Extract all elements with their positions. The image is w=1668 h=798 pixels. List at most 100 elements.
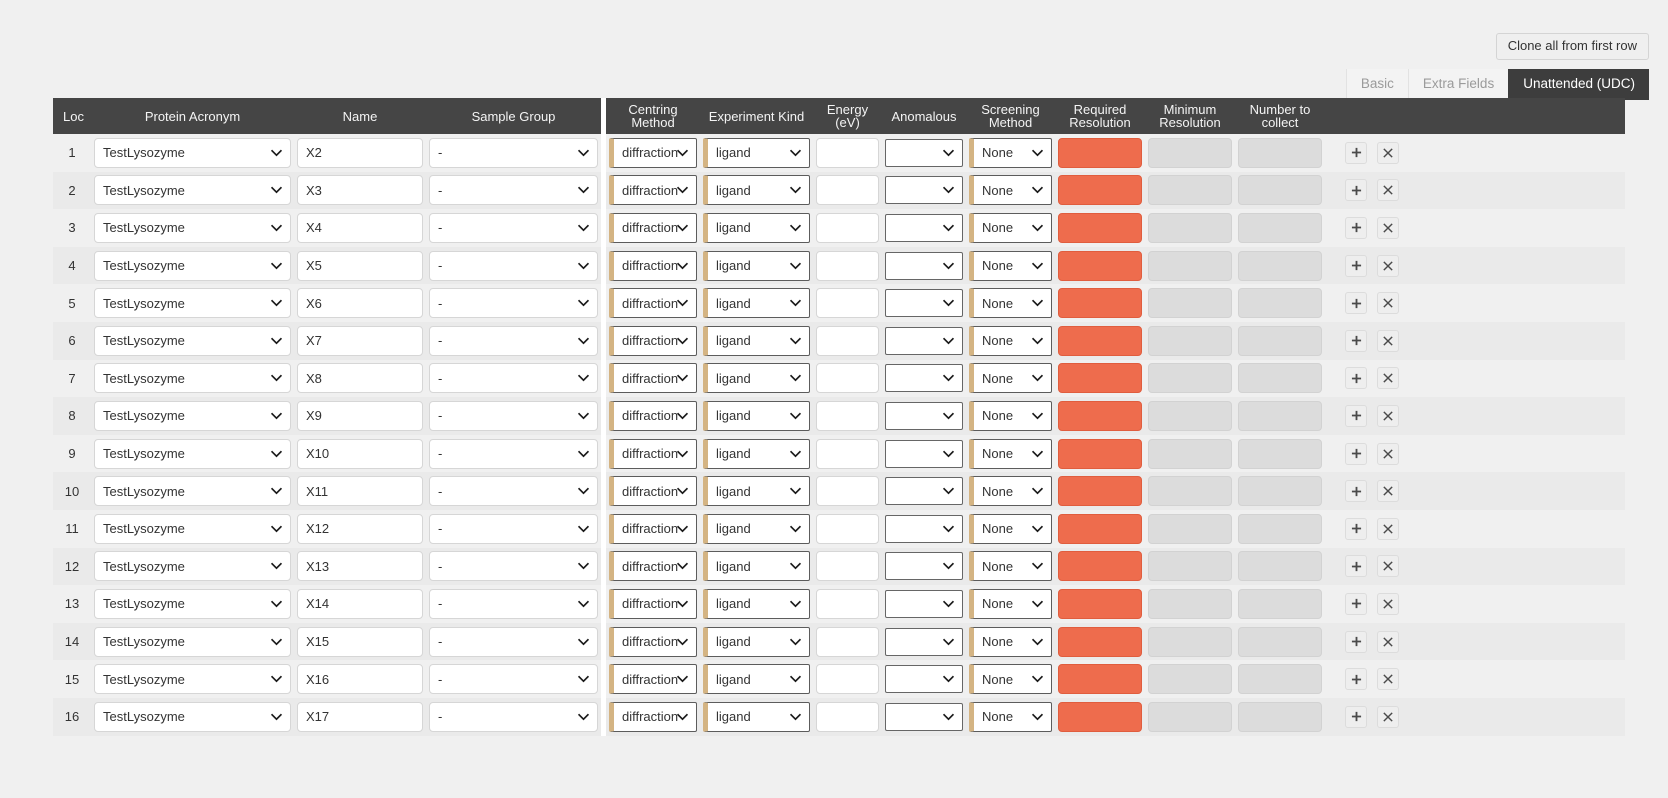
prot-select[interactable]: TestLysozyme (94, 250, 291, 281)
prot-select[interactable]: TestLysozyme (94, 363, 291, 394)
add-row-icon[interactable] (1345, 442, 1367, 465)
sgrp-select[interactable]: - (429, 212, 598, 243)
name-input[interactable] (297, 588, 423, 619)
add-row-icon[interactable] (1345, 141, 1367, 164)
name-input[interactable] (297, 250, 423, 281)
sgrp-select[interactable]: - (429, 288, 598, 319)
cm-select[interactable]: diffraction (609, 288, 697, 319)
scr-select[interactable]: None (969, 212, 1052, 243)
add-row-icon[interactable] (1345, 179, 1367, 202)
ek-select[interactable]: ligand (703, 476, 810, 507)
prot-select[interactable]: TestLysozyme (94, 664, 291, 695)
add-row-icon[interactable] (1345, 254, 1367, 277)
clone-all-from-first-row-button[interactable]: Clone all from first row (1495, 33, 1649, 61)
cm-select[interactable]: diffraction (609, 137, 697, 168)
rres-input[interactable] (1058, 325, 1142, 356)
remove-row-icon[interactable] (1377, 141, 1399, 164)
anom-select[interactable] (885, 702, 963, 731)
rres-input[interactable] (1058, 513, 1142, 544)
remove-row-icon[interactable] (1377, 442, 1399, 465)
remove-row-icon[interactable] (1377, 367, 1399, 390)
prot-select[interactable]: TestLysozyme (94, 588, 291, 619)
scr-select[interactable]: None (969, 701, 1052, 732)
sgrp-select[interactable]: - (429, 400, 598, 431)
scr-select[interactable]: None (969, 175, 1052, 206)
scr-select[interactable]: None (969, 325, 1052, 356)
ek-select[interactable]: ligand (703, 250, 810, 281)
scr-select[interactable]: None (969, 513, 1052, 544)
sgrp-select[interactable]: - (429, 325, 598, 356)
add-row-icon[interactable] (1345, 517, 1367, 540)
rres-input[interactable] (1058, 175, 1142, 206)
cm-select[interactable]: diffraction (609, 438, 697, 469)
anom-select[interactable] (885, 627, 963, 656)
anom-select[interactable] (885, 665, 963, 694)
ek-select[interactable]: ligand (703, 212, 810, 243)
scr-select[interactable]: None (969, 137, 1052, 168)
remove-row-icon[interactable] (1377, 705, 1399, 728)
anom-select[interactable] (885, 439, 963, 468)
prot-select[interactable]: TestLysozyme (94, 175, 291, 206)
anom-select[interactable] (885, 514, 963, 543)
en-input[interactable] (816, 288, 879, 319)
anom-select[interactable] (885, 138, 963, 167)
remove-row-icon[interactable] (1377, 630, 1399, 653)
en-input[interactable] (816, 438, 879, 469)
anom-select[interactable] (885, 251, 963, 280)
en-input[interactable] (816, 551, 879, 582)
en-input[interactable] (816, 212, 879, 243)
prot-select[interactable]: TestLysozyme (94, 701, 291, 732)
add-row-icon[interactable] (1345, 480, 1367, 503)
tab-unattended-udc[interactable]: Unattended (UDC) (1508, 69, 1649, 101)
ek-select[interactable]: ligand (703, 664, 810, 695)
ek-select[interactable]: ligand (703, 175, 810, 206)
anom-select[interactable] (885, 364, 963, 393)
ek-select[interactable]: ligand (703, 325, 810, 356)
name-input[interactable] (297, 175, 423, 206)
remove-row-icon[interactable] (1377, 179, 1399, 202)
rres-input[interactable] (1058, 288, 1142, 319)
remove-row-icon[interactable] (1377, 254, 1399, 277)
sgrp-select[interactable]: - (429, 664, 598, 695)
scr-select[interactable]: None (969, 551, 1052, 582)
anom-select[interactable] (885, 213, 963, 242)
add-row-icon[interactable] (1345, 329, 1367, 352)
en-input[interactable] (816, 701, 879, 732)
remove-row-icon[interactable] (1377, 480, 1399, 503)
en-input[interactable] (816, 363, 879, 394)
prot-select[interactable]: TestLysozyme (94, 288, 291, 319)
prot-select[interactable]: TestLysozyme (94, 400, 291, 431)
rres-input[interactable] (1058, 212, 1142, 243)
en-input[interactable] (816, 175, 879, 206)
remove-row-icon[interactable] (1377, 404, 1399, 427)
cm-select[interactable]: diffraction (609, 175, 697, 206)
sgrp-select[interactable]: - (429, 363, 598, 394)
cm-select[interactable]: diffraction (609, 664, 697, 695)
add-row-icon[interactable] (1345, 404, 1367, 427)
sgrp-select[interactable]: - (429, 438, 598, 469)
scr-select[interactable]: None (969, 438, 1052, 469)
prot-select[interactable]: TestLysozyme (94, 212, 291, 243)
cm-select[interactable]: diffraction (609, 551, 697, 582)
sgrp-select[interactable]: - (429, 250, 598, 281)
add-row-icon[interactable] (1345, 216, 1367, 239)
scr-select[interactable]: None (969, 588, 1052, 619)
name-input[interactable] (297, 137, 423, 168)
scr-select[interactable]: None (969, 476, 1052, 507)
cm-select[interactable]: diffraction (609, 325, 697, 356)
scr-select[interactable]: None (969, 250, 1052, 281)
rres-input[interactable] (1058, 438, 1142, 469)
en-input[interactable] (816, 137, 879, 168)
remove-row-icon[interactable] (1377, 668, 1399, 691)
name-input[interactable] (297, 363, 423, 394)
cm-select[interactable]: diffraction (609, 701, 697, 732)
en-input[interactable] (816, 513, 879, 544)
remove-row-icon[interactable] (1377, 329, 1399, 352)
add-row-icon[interactable] (1345, 367, 1367, 390)
name-input[interactable] (297, 476, 423, 507)
rres-input[interactable] (1058, 626, 1142, 657)
rres-input[interactable] (1058, 588, 1142, 619)
sgrp-select[interactable]: - (429, 588, 598, 619)
tab-extra-fields[interactable]: Extra Fields (1407, 69, 1509, 101)
cm-select[interactable]: diffraction (609, 363, 697, 394)
